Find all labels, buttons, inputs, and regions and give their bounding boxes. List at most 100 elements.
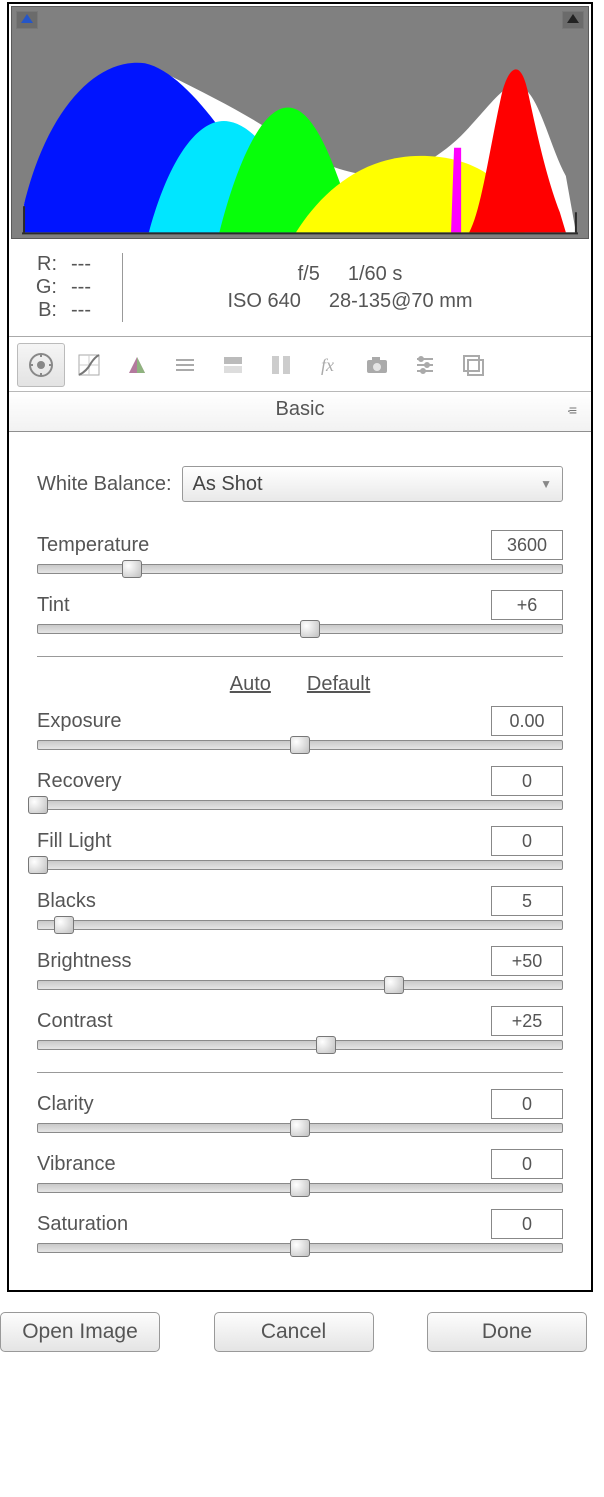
contrast-label: Contrast bbox=[37, 1010, 113, 1033]
blacks-row: Blacks bbox=[37, 886, 563, 930]
saturation-row: Saturation bbox=[37, 1209, 563, 1253]
tab-tone-curve[interactable] bbox=[65, 343, 113, 387]
panel-title-bar[interactable]: Basic ∙≡ bbox=[9, 392, 591, 432]
exposure-slider[interactable] bbox=[37, 740, 563, 750]
fill-light-input[interactable] bbox=[491, 826, 563, 856]
recovery-input[interactable] bbox=[491, 766, 563, 796]
tab-camera-calibration[interactable] bbox=[353, 343, 401, 387]
clarity-input[interactable] bbox=[491, 1089, 563, 1119]
cancel-button[interactable]: Cancel bbox=[214, 1312, 374, 1352]
saturation-thumb[interactable] bbox=[290, 1239, 310, 1257]
tint-thumb[interactable] bbox=[300, 620, 320, 638]
temperature-slider[interactable] bbox=[37, 564, 563, 574]
g-value: --- bbox=[57, 276, 91, 299]
panel-menu-icon[interactable]: ∙≡ bbox=[567, 402, 575, 418]
contrast-input[interactable] bbox=[491, 1006, 563, 1036]
vibrance-slider[interactable] bbox=[37, 1183, 563, 1193]
contrast-thumb[interactable] bbox=[316, 1036, 336, 1054]
default-link[interactable]: Default bbox=[307, 673, 370, 696]
blacks-input[interactable] bbox=[491, 886, 563, 916]
recovery-row: Recovery bbox=[37, 766, 563, 810]
saturation-label: Saturation bbox=[37, 1213, 128, 1236]
tab-effects[interactable]: fx bbox=[305, 343, 353, 387]
fill-light-slider[interactable] bbox=[37, 860, 563, 870]
exposure-row: Exposure bbox=[37, 706, 563, 750]
saturation-slider[interactable] bbox=[37, 1243, 563, 1253]
temperature-thumb[interactable] bbox=[122, 560, 142, 578]
clarity-row: Clarity bbox=[37, 1089, 563, 1133]
tab-toolbar: fx bbox=[9, 337, 591, 392]
shadow-clip-toggle[interactable] bbox=[16, 11, 38, 29]
chevron-down-icon: ▼ bbox=[540, 477, 552, 491]
saturation-input[interactable] bbox=[491, 1209, 563, 1239]
vibrance-thumb[interactable] bbox=[290, 1179, 310, 1197]
tab-detail[interactable] bbox=[113, 343, 161, 387]
brightness-thumb[interactable] bbox=[384, 976, 404, 994]
tab-lens-corrections[interactable] bbox=[257, 343, 305, 387]
white-balance-label: White Balance: bbox=[37, 473, 172, 496]
clarity-label: Clarity bbox=[37, 1093, 94, 1116]
auto-link[interactable]: Auto bbox=[230, 673, 271, 696]
camera-raw-panel: R:--- G:--- B:--- f/5 1/60 s ISO 640 28-13… bbox=[7, 2, 593, 1292]
readout-row: R:--- G:--- B:--- f/5 1/60 s ISO 640 28-13… bbox=[9, 241, 591, 337]
fill-light-label: Fill Light bbox=[37, 830, 111, 853]
white-balance-value: As Shot bbox=[193, 473, 263, 496]
tint-slider[interactable] bbox=[37, 624, 563, 634]
aperture-value: f/5 bbox=[298, 263, 320, 286]
tint-row: Tint bbox=[37, 590, 563, 634]
tab-presets[interactable] bbox=[401, 343, 449, 387]
temperature-row: Temperature bbox=[37, 530, 563, 574]
brightness-slider[interactable] bbox=[37, 980, 563, 990]
r-label: R: bbox=[23, 253, 57, 276]
done-button[interactable]: Done bbox=[427, 1312, 587, 1352]
tab-split-toning[interactable] bbox=[209, 343, 257, 387]
open-image-button[interactable]: Open Image bbox=[0, 1312, 160, 1352]
footer-buttons: Open Image Cancel Done bbox=[0, 1292, 593, 1356]
blacks-slider[interactable] bbox=[37, 920, 563, 930]
vibrance-input[interactable] bbox=[491, 1149, 563, 1179]
basic-panel-body: White Balance: As Shot ▼ Temperature Tin… bbox=[9, 432, 591, 1285]
tab-hsl[interactable] bbox=[161, 343, 209, 387]
tint-input[interactable] bbox=[491, 590, 563, 620]
fill-light-thumb[interactable] bbox=[28, 856, 48, 874]
clarity-slider[interactable] bbox=[37, 1123, 563, 1133]
contrast-row: Contrast bbox=[37, 1006, 563, 1050]
fill-light-row: Fill Light bbox=[37, 826, 563, 870]
b-label: B: bbox=[23, 299, 57, 322]
shutter-value: 1/60 s bbox=[348, 263, 402, 286]
lens-value: 28-135@70 mm bbox=[329, 290, 473, 313]
brightness-label: Brightness bbox=[37, 950, 132, 973]
divider bbox=[37, 1072, 563, 1073]
tab-basic[interactable] bbox=[17, 343, 65, 387]
vibrance-label: Vibrance bbox=[37, 1153, 116, 1176]
exposure-thumb[interactable] bbox=[290, 736, 310, 754]
white-balance-select[interactable]: As Shot ▼ bbox=[182, 466, 563, 502]
brightness-input[interactable] bbox=[491, 946, 563, 976]
g-label: G: bbox=[23, 276, 57, 299]
vibrance-row: Vibrance bbox=[37, 1149, 563, 1193]
tab-snapshots[interactable] bbox=[449, 343, 497, 387]
brightness-row: Brightness bbox=[37, 946, 563, 990]
clarity-thumb[interactable] bbox=[290, 1119, 310, 1137]
temperature-input[interactable] bbox=[491, 530, 563, 560]
b-value: --- bbox=[57, 299, 91, 322]
highlight-clip-toggle[interactable] bbox=[562, 11, 584, 29]
contrast-slider[interactable] bbox=[37, 1040, 563, 1050]
recovery-label: Recovery bbox=[37, 770, 121, 793]
blacks-label: Blacks bbox=[37, 890, 96, 913]
tint-label: Tint bbox=[37, 594, 70, 617]
divider bbox=[37, 656, 563, 657]
exposure-label: Exposure bbox=[37, 710, 122, 733]
rgb-readout: R:--- G:--- B:--- bbox=[23, 253, 123, 322]
temperature-label: Temperature bbox=[37, 534, 149, 557]
panel-title: Basic bbox=[276, 398, 325, 420]
recovery-thumb[interactable] bbox=[28, 796, 48, 814]
exposure-input[interactable] bbox=[491, 706, 563, 736]
r-value: --- bbox=[57, 253, 91, 276]
exif-readout: f/5 1/60 s ISO 640 28-135@70 mm bbox=[123, 253, 577, 322]
histogram bbox=[11, 6, 589, 239]
iso-value: ISO 640 bbox=[227, 290, 300, 313]
svg-text:fx: fx bbox=[321, 355, 334, 375]
recovery-slider[interactable] bbox=[37, 800, 563, 810]
blacks-thumb[interactable] bbox=[54, 916, 74, 934]
